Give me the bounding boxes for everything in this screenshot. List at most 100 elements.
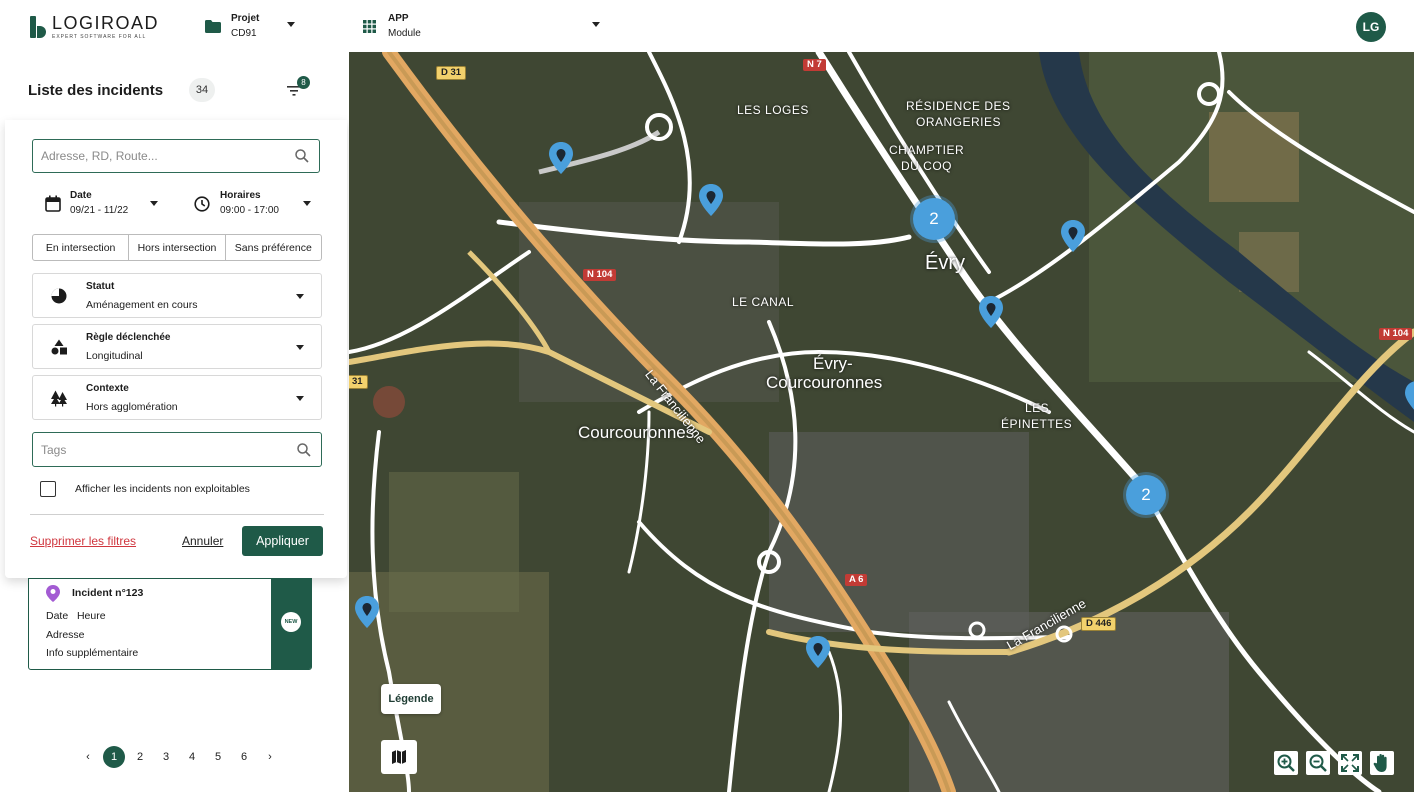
zoom-in-icon	[1277, 754, 1295, 772]
city-label: Courcouronnes	[578, 423, 695, 442]
avatar[interactable]: LG	[1356, 12, 1386, 42]
incident-cluster[interactable]: 2	[913, 198, 955, 240]
folder-icon	[205, 19, 221, 33]
non-exploitable-checkbox[interactable]	[40, 481, 56, 497]
tags-input[interactable]	[33, 433, 281, 466]
fullscreen-button[interactable]	[1338, 751, 1362, 775]
page-3[interactable]: 3	[153, 746, 179, 768]
apply-button[interactable]: Appliquer	[242, 526, 323, 556]
logo-tagline: EXPERT SOFTWARE FOR ALL	[52, 34, 147, 40]
grid-icon	[363, 19, 376, 33]
road-shield: D 446	[1081, 617, 1117, 631]
hand-icon	[1373, 754, 1387, 772]
app-label: APP	[388, 13, 409, 24]
date-filter[interactable]: Date 09/21 - 11/22	[45, 190, 159, 217]
clear-filters-link[interactable]: Supprimer les filtres	[30, 534, 136, 548]
incident-time-label: Heure	[76, 610, 106, 622]
context-dropdown[interactable]: Contexte Hors agglomération	[32, 375, 322, 420]
next-page-button[interactable]: ›	[257, 746, 283, 768]
logiroad-logo[interactable]: LOGIROAD EXPERT SOFTWARE FOR ALL	[30, 14, 159, 40]
project-selector[interactable]: Projet CD91	[205, 12, 296, 40]
logo-name: LOGIROAD	[52, 13, 160, 33]
road-shield: N 104	[1379, 328, 1413, 340]
tags-search-field[interactable]	[32, 432, 322, 467]
hours-value: 09:00 - 17:00	[220, 205, 279, 216]
chevron-down-icon	[150, 201, 159, 206]
date-value: 09/21 - 11/22	[70, 205, 129, 216]
clock-icon	[194, 195, 210, 212]
intersection-toggle: En intersection Hors intersection Sans p…	[32, 234, 322, 261]
filter-panel: Date 09/21 - 11/22 Horaires 09:00 - 17:0…	[5, 120, 347, 578]
incident-panel: Liste des incidents 34 8 Date 09/21 - 11…	[0, 52, 348, 792]
zoom-in-button[interactable]	[1274, 751, 1298, 775]
segment-hors-intersection[interactable]: Hors intersection	[129, 235, 226, 260]
incident-marker-icon[interactable]	[1404, 380, 1414, 414]
satellite-map[interactable]: LES LOGES RÉSIDENCE DES ORANGERIES CHAMP…	[349, 52, 1414, 792]
place-label: CHAMPTIER	[889, 143, 965, 157]
divider	[30, 514, 324, 515]
status-dropdown[interactable]: Statut Aménagement en cours	[32, 273, 322, 318]
place-label: LE CANAL	[732, 295, 795, 309]
non-exploitable-option[interactable]: Afficher les incidents non exploitables	[40, 481, 250, 497]
rule-dropdown[interactable]: Règle déclenchée Longitudinal	[32, 324, 322, 369]
incident-date-label: Date	[46, 610, 69, 622]
city-label: Courcouronnes	[766, 373, 883, 392]
incident-marker-icon[interactable]	[548, 141, 574, 175]
chevron-down-icon	[591, 21, 600, 27]
map-layers-button[interactable]	[381, 740, 417, 774]
address-search-field[interactable]	[32, 139, 320, 173]
incident-marker-icon[interactable]	[978, 295, 1004, 329]
page-4[interactable]: 4	[179, 746, 205, 768]
pan-button[interactable]	[1370, 751, 1394, 775]
trees-icon	[51, 390, 67, 407]
location-pin-icon	[46, 585, 60, 602]
incident-marker-icon[interactable]	[1060, 219, 1086, 253]
legend-button[interactable]: Légende	[381, 684, 441, 714]
fullscreen-icon	[1341, 754, 1359, 772]
incident-side-strip: NEW	[271, 579, 311, 669]
pie-chart-icon	[51, 288, 67, 304]
page-5[interactable]: 5	[205, 746, 231, 768]
project-label: Projet	[231, 13, 260, 24]
calendar-icon	[45, 195, 61, 212]
search-icon[interactable]	[297, 443, 311, 457]
map-icon	[392, 750, 406, 764]
filter-count-badge: 8	[297, 76, 310, 89]
app-selector[interactable]: APP Module	[363, 12, 600, 40]
hours-label: Horaires	[220, 190, 261, 201]
cancel-link[interactable]: Annuler	[182, 534, 223, 548]
place-label: RÉSIDENCE DES	[906, 99, 1011, 113]
page-2[interactable]: 2	[127, 746, 153, 768]
chevron-down-icon	[302, 201, 311, 206]
incident-title: Incident n°123	[72, 587, 144, 599]
zoom-out-button[interactable]	[1306, 751, 1330, 775]
shapes-icon	[51, 339, 67, 355]
search-icon[interactable]	[295, 149, 309, 163]
incident-card[interactable]: Incident n°123 Date Heure Adresse Info s…	[28, 578, 312, 670]
road-shield: N 104	[583, 269, 617, 281]
context-value: Hors agglomération	[86, 401, 178, 413]
top-bar: LOGIROAD EXPERT SOFTWARE FOR ALL Projet …	[0, 0, 1414, 52]
address-search-input[interactable]	[33, 140, 281, 172]
place-label: ÉPINETTES	[1001, 417, 1073, 431]
hours-filter[interactable]: Horaires 09:00 - 17:00	[194, 190, 311, 217]
segment-en-intersection[interactable]: En intersection	[33, 235, 130, 260]
road-shield: N 7	[803, 59, 826, 71]
prev-page-button[interactable]: ‹	[75, 746, 101, 768]
non-exploitable-label: Afficher les incidents non exploitables	[75, 483, 250, 495]
pagination: ‹ 1 2 3 4 5 6 ›	[75, 746, 283, 768]
road-shield: D 31	[436, 66, 467, 80]
road-shield: 31	[349, 375, 368, 389]
page-6[interactable]: 6	[231, 746, 257, 768]
chevron-down-icon	[296, 396, 304, 401]
incident-marker-icon[interactable]	[354, 595, 380, 629]
place-label: LES	[1025, 401, 1050, 415]
date-label: Date	[70, 190, 92, 201]
status-value: Aménagement en cours	[86, 299, 198, 311]
page-1[interactable]: 1	[103, 746, 125, 768]
incident-cluster[interactable]: 2	[1126, 475, 1166, 515]
incident-marker-icon[interactable]	[805, 635, 831, 669]
rule-value: Longitudinal	[86, 350, 143, 362]
incident-marker-icon[interactable]	[698, 183, 724, 217]
segment-sans-preference[interactable]: Sans préférence	[226, 235, 321, 260]
